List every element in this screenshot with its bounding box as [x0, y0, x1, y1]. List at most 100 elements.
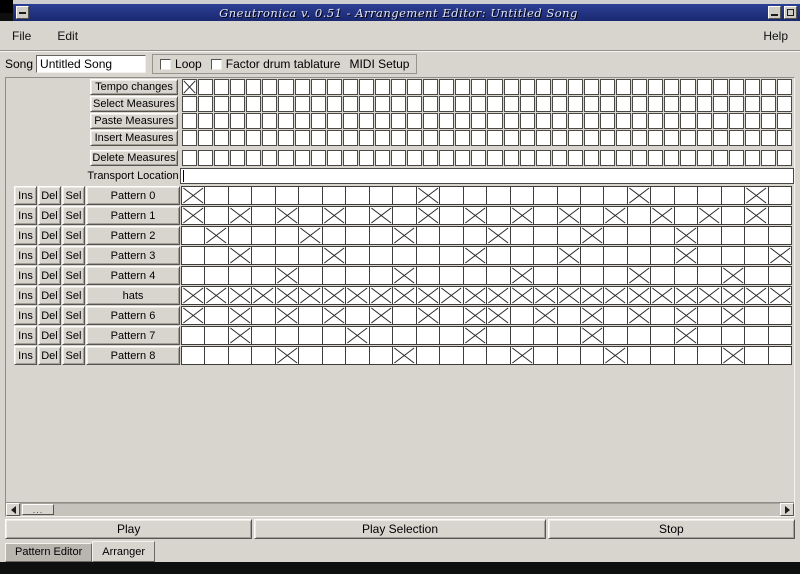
measure-checkbox[interactable]	[761, 113, 776, 129]
measure-cell[interactable]	[251, 306, 275, 325]
measure-cell[interactable]	[181, 206, 205, 225]
del-button[interactable]: Del	[38, 226, 61, 245]
measure-cell[interactable]	[439, 186, 463, 205]
measure-cell[interactable]	[228, 246, 252, 265]
measure-cell[interactable]	[627, 206, 651, 225]
measure-cell[interactable]	[369, 346, 393, 365]
measure-cell[interactable]	[744, 326, 768, 345]
measure-cell[interactable]	[603, 186, 627, 205]
measure-checkbox[interactable]	[295, 150, 310, 166]
measure-checkbox[interactable]	[214, 150, 229, 166]
measure-checkbox[interactable]	[246, 113, 261, 129]
measure-checkbox[interactable]	[600, 96, 615, 112]
measure-checkbox[interactable]	[487, 79, 502, 95]
tab-pattern-editor[interactable]: Pattern Editor	[5, 543, 92, 562]
measure-cell[interactable]	[322, 206, 346, 225]
measure-cell[interactable]	[463, 286, 487, 305]
measure-cell[interactable]	[204, 206, 228, 225]
measure-cell[interactable]	[228, 286, 252, 305]
measure-checkbox[interactable]	[487, 150, 502, 166]
measure-cell[interactable]	[392, 346, 416, 365]
measure-cell[interactable]	[721, 206, 745, 225]
measure-cell[interactable]	[650, 286, 674, 305]
measure-cell[interactable]	[298, 346, 322, 365]
pattern-name-button[interactable]: hats	[86, 286, 180, 305]
measure-checkbox[interactable]	[648, 113, 663, 129]
measure-cell[interactable]	[674, 326, 698, 345]
measure-checkbox[interactable]	[697, 113, 712, 129]
measure-checkbox[interactable]	[664, 113, 679, 129]
measure-checkbox[interactable]	[520, 150, 535, 166]
measure-cell[interactable]	[392, 286, 416, 305]
measure-checkbox[interactable]	[536, 96, 551, 112]
measure-cell[interactable]	[674, 266, 698, 285]
measure-checkbox[interactable]	[375, 79, 390, 95]
measure-checkbox[interactable]	[407, 96, 422, 112]
measure-checkbox[interactable]	[423, 150, 438, 166]
sel-button[interactable]: Sel	[62, 246, 85, 265]
measure-checkbox[interactable]	[504, 130, 519, 146]
measure-checkbox[interactable]	[536, 130, 551, 146]
measure-cell[interactable]	[557, 286, 581, 305]
measure-cell[interactable]	[768, 266, 792, 285]
measure-checkbox[interactable]	[311, 96, 326, 112]
measure-checkbox[interactable]	[504, 150, 519, 166]
measure-cell[interactable]	[204, 246, 228, 265]
measure-cell[interactable]	[697, 246, 721, 265]
measure-cell[interactable]	[768, 306, 792, 325]
measure-checkbox[interactable]	[359, 150, 374, 166]
measure-checkbox[interactable]	[648, 96, 663, 112]
measure-cell[interactable]	[463, 246, 487, 265]
measure-checkbox[interactable]	[327, 113, 342, 129]
measure-cell[interactable]	[298, 286, 322, 305]
factor-checkbox-group[interactable]: Factor drum tablature	[211, 57, 341, 71]
measure-cell[interactable]	[744, 346, 768, 365]
measure-checkbox[interactable]	[230, 113, 245, 129]
measure-cell[interactable]	[392, 306, 416, 325]
ins-button[interactable]: Ins	[14, 346, 37, 365]
measure-cell[interactable]	[603, 346, 627, 365]
measure-checkbox[interactable]	[745, 150, 760, 166]
measure-checkbox[interactable]	[600, 130, 615, 146]
measure-cell[interactable]	[744, 226, 768, 245]
measure-cell[interactable]	[627, 326, 651, 345]
measure-checkbox[interactable]	[407, 150, 422, 166]
measure-checkbox[interactable]	[391, 79, 406, 95]
measure-cell[interactable]	[674, 206, 698, 225]
measure-checkbox[interactable]	[278, 96, 293, 112]
pattern-name-button[interactable]: Pattern 6	[86, 306, 180, 325]
measure-checkbox[interactable]	[600, 150, 615, 166]
del-button[interactable]: Del	[38, 206, 61, 225]
measure-cell[interactable]	[345, 326, 369, 345]
measure-cell[interactable]	[204, 326, 228, 345]
measure-checkbox[interactable]	[552, 130, 567, 146]
measure-checkbox[interactable]	[536, 79, 551, 95]
measure-cell[interactable]	[228, 326, 252, 345]
measure-cell[interactable]	[416, 186, 440, 205]
measure-cell[interactable]	[416, 266, 440, 285]
measure-checkbox[interactable]	[648, 150, 663, 166]
measure-cell[interactable]	[439, 326, 463, 345]
measure-checkbox[interactable]	[311, 79, 326, 95]
horizontal-scrollbar[interactable]: ...	[6, 502, 794, 516]
measure-cell[interactable]	[744, 206, 768, 225]
maximize-button[interactable]	[784, 6, 797, 19]
measure-cell[interactable]	[627, 286, 651, 305]
measure-cell[interactable]	[768, 186, 792, 205]
measure-checkbox[interactable]	[278, 150, 293, 166]
measure-cell[interactable]	[345, 306, 369, 325]
measure-checkbox[interactable]	[230, 130, 245, 146]
measure-checkbox[interactable]	[423, 113, 438, 129]
measure-cell[interactable]	[369, 186, 393, 205]
measure-cell[interactable]	[204, 186, 228, 205]
measure-cell[interactable]	[322, 286, 346, 305]
measure-cell[interactable]	[298, 266, 322, 285]
sel-button[interactable]: Sel	[62, 206, 85, 225]
measure-cell[interactable]	[650, 306, 674, 325]
measure-cell[interactable]	[204, 346, 228, 365]
measure-checkbox[interactable]	[439, 130, 454, 146]
measure-checkbox[interactable]	[423, 96, 438, 112]
menu-help[interactable]: Help	[763, 29, 788, 43]
measure-cell[interactable]	[533, 346, 557, 365]
measure-cell[interactable]	[557, 246, 581, 265]
